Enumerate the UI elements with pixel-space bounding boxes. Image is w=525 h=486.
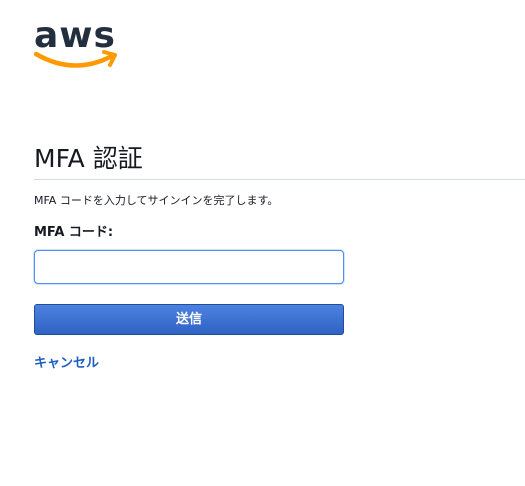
aws-logo-icon: aws [34,15,117,68]
submit-button[interactable]: 送信 [34,304,344,335]
title-divider [34,179,525,180]
aws-logo-text: aws [34,15,116,56]
cancel-link[interactable]: キャンセル [34,355,99,373]
page-title: MFA 認証 [34,144,143,173]
mfa-code-input[interactable] [34,250,344,284]
aws-logo: aws [34,14,120,74]
instruction-text: MFA コードを入力してサインインを完了します。 [34,194,279,207]
mfa-code-label: MFA コード: [34,225,114,240]
